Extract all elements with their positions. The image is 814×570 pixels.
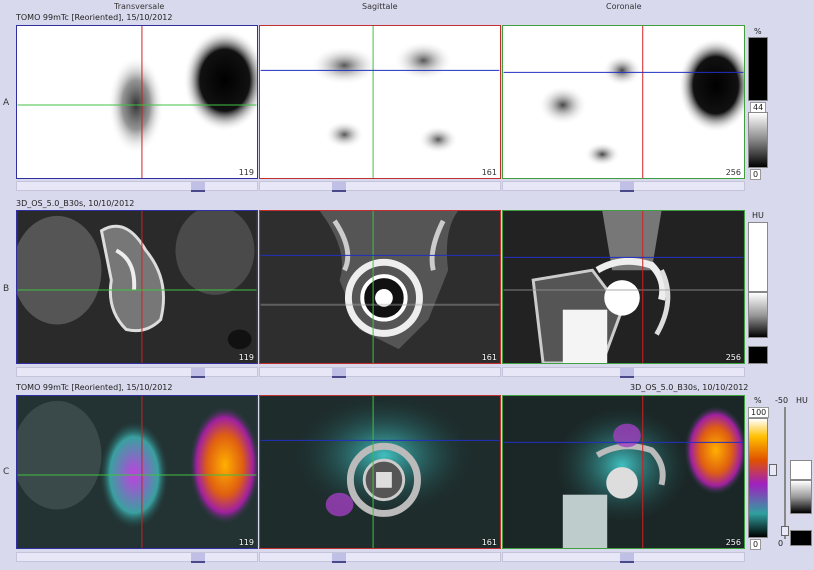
scale-c-right-track[interactable] — [784, 407, 786, 539]
fusion-coronale-image — [503, 396, 744, 548]
row-b-sagittale-scrollbar[interactable] — [259, 367, 501, 378]
scale-c-right-min: 0 — [778, 539, 784, 548]
row-b-coronale-view[interactable]: 256 — [502, 210, 745, 364]
scroll-thumb[interactable] — [620, 368, 634, 378]
scale-b-top-bar — [748, 222, 768, 292]
slice-number: 256 — [725, 168, 741, 177]
scale-c-left-max[interactable]: 100 — [748, 407, 770, 418]
row-b-sagittale-view[interactable]: 161 — [259, 210, 501, 364]
row-a-sagittale-scrollbar[interactable] — [259, 181, 501, 192]
row-a-transversale-scrollbar[interactable] — [16, 181, 258, 192]
row-b-series-label: 3D_OS_5.0_B30s, 10/10/2012 — [16, 199, 135, 208]
slice-number: 119 — [238, 538, 254, 547]
row-b-coronale-scrollbar[interactable] — [502, 367, 745, 378]
scale-c-right-slider-handle[interactable] — [781, 526, 789, 536]
row-c-sagittale-scrollbar[interactable] — [259, 552, 501, 563]
scale-c-right-top-bar — [790, 460, 812, 480]
row-c-series-label: TOMO 99mTc [Reoriented], 15/10/2012 — [16, 383, 173, 392]
slice-number: 161 — [481, 538, 497, 547]
scale-c-slider-handle[interactable] — [769, 464, 777, 476]
spect-sagittale-image — [260, 26, 500, 178]
row-b-transversale-scrollbar[interactable] — [16, 367, 258, 378]
scale-a-min[interactable]: 0 — [750, 169, 762, 180]
slice-number: 256 — [725, 538, 741, 547]
slice-number: 161 — [481, 168, 497, 177]
ct-coronale-image — [503, 211, 744, 363]
scroll-thumb[interactable] — [191, 553, 205, 563]
scale-a-top-bar — [748, 37, 768, 101]
scale-b-gradient[interactable] — [748, 292, 768, 338]
row-b-transversale-view[interactable]: 119 — [16, 210, 258, 364]
scale-c-left-colormap[interactable] — [748, 418, 768, 538]
scroll-thumb[interactable] — [191, 182, 205, 192]
scale-a-gradient[interactable] — [748, 112, 768, 168]
row-a-label: A — [3, 98, 10, 108]
row-b-label: B — [3, 284, 10, 294]
row-c-transversale-view[interactable]: 119 — [16, 395, 258, 549]
ct-transversale-image — [17, 211, 257, 363]
row-a-sagittale-view[interactable]: 161 — [259, 25, 501, 179]
column-header-transversale: Transversale — [114, 2, 165, 11]
scroll-thumb[interactable] — [332, 182, 346, 192]
fusion-sagittale-image — [260, 396, 500, 548]
column-header-coronale: Coronale — [606, 2, 642, 11]
row-c-transversale-scrollbar[interactable] — [16, 552, 258, 563]
row-a-series-label: TOMO 99mTc [Reoriented], 15/10/2012 — [16, 13, 173, 22]
slice-number: 161 — [481, 353, 497, 362]
slice-number: 256 — [725, 353, 741, 362]
scale-b-bottom-bar — [748, 346, 768, 364]
row-c-label: C — [3, 467, 10, 477]
scroll-thumb[interactable] — [620, 553, 634, 563]
ct-sagittale-image — [260, 211, 500, 363]
scale-b-unit: HU — [752, 211, 764, 220]
scale-c-right-gradient[interactable] — [790, 480, 812, 514]
scroll-thumb[interactable] — [332, 368, 346, 378]
scale-c-right-value: -50 — [775, 396, 789, 405]
slice-number: 119 — [238, 353, 254, 362]
spect-transversale-image — [17, 26, 257, 178]
row-c-sagittale-view[interactable]: 161 — [259, 395, 501, 549]
scale-c-right-bottom-bar — [790, 530, 812, 546]
scale-c-right-unit: HU — [796, 396, 808, 405]
row-c-coronale-view[interactable]: 256 — [502, 395, 745, 549]
row-c-series-label-right: 3D_OS_5.0_B30s, 10/10/2012 — [630, 383, 749, 392]
spect-coronale-image — [503, 26, 744, 178]
scroll-thumb[interactable] — [191, 368, 205, 378]
row-c-coronale-scrollbar[interactable] — [502, 552, 745, 563]
column-header-sagittale: Sagittale — [362, 2, 398, 11]
row-a-transversale-view[interactable]: 119 — [16, 25, 258, 179]
scroll-thumb[interactable] — [332, 553, 346, 563]
row-a-coronale-scrollbar[interactable] — [502, 181, 745, 192]
scale-c-left-min[interactable]: 0 — [750, 539, 762, 550]
scroll-thumb[interactable] — [620, 182, 634, 192]
scale-a-unit: % — [754, 27, 762, 36]
slice-number: 119 — [238, 168, 254, 177]
row-a-coronale-view[interactable]: 256 — [502, 25, 745, 179]
scale-c-left-unit: % — [754, 396, 762, 405]
fusion-transversale-image — [17, 396, 257, 548]
